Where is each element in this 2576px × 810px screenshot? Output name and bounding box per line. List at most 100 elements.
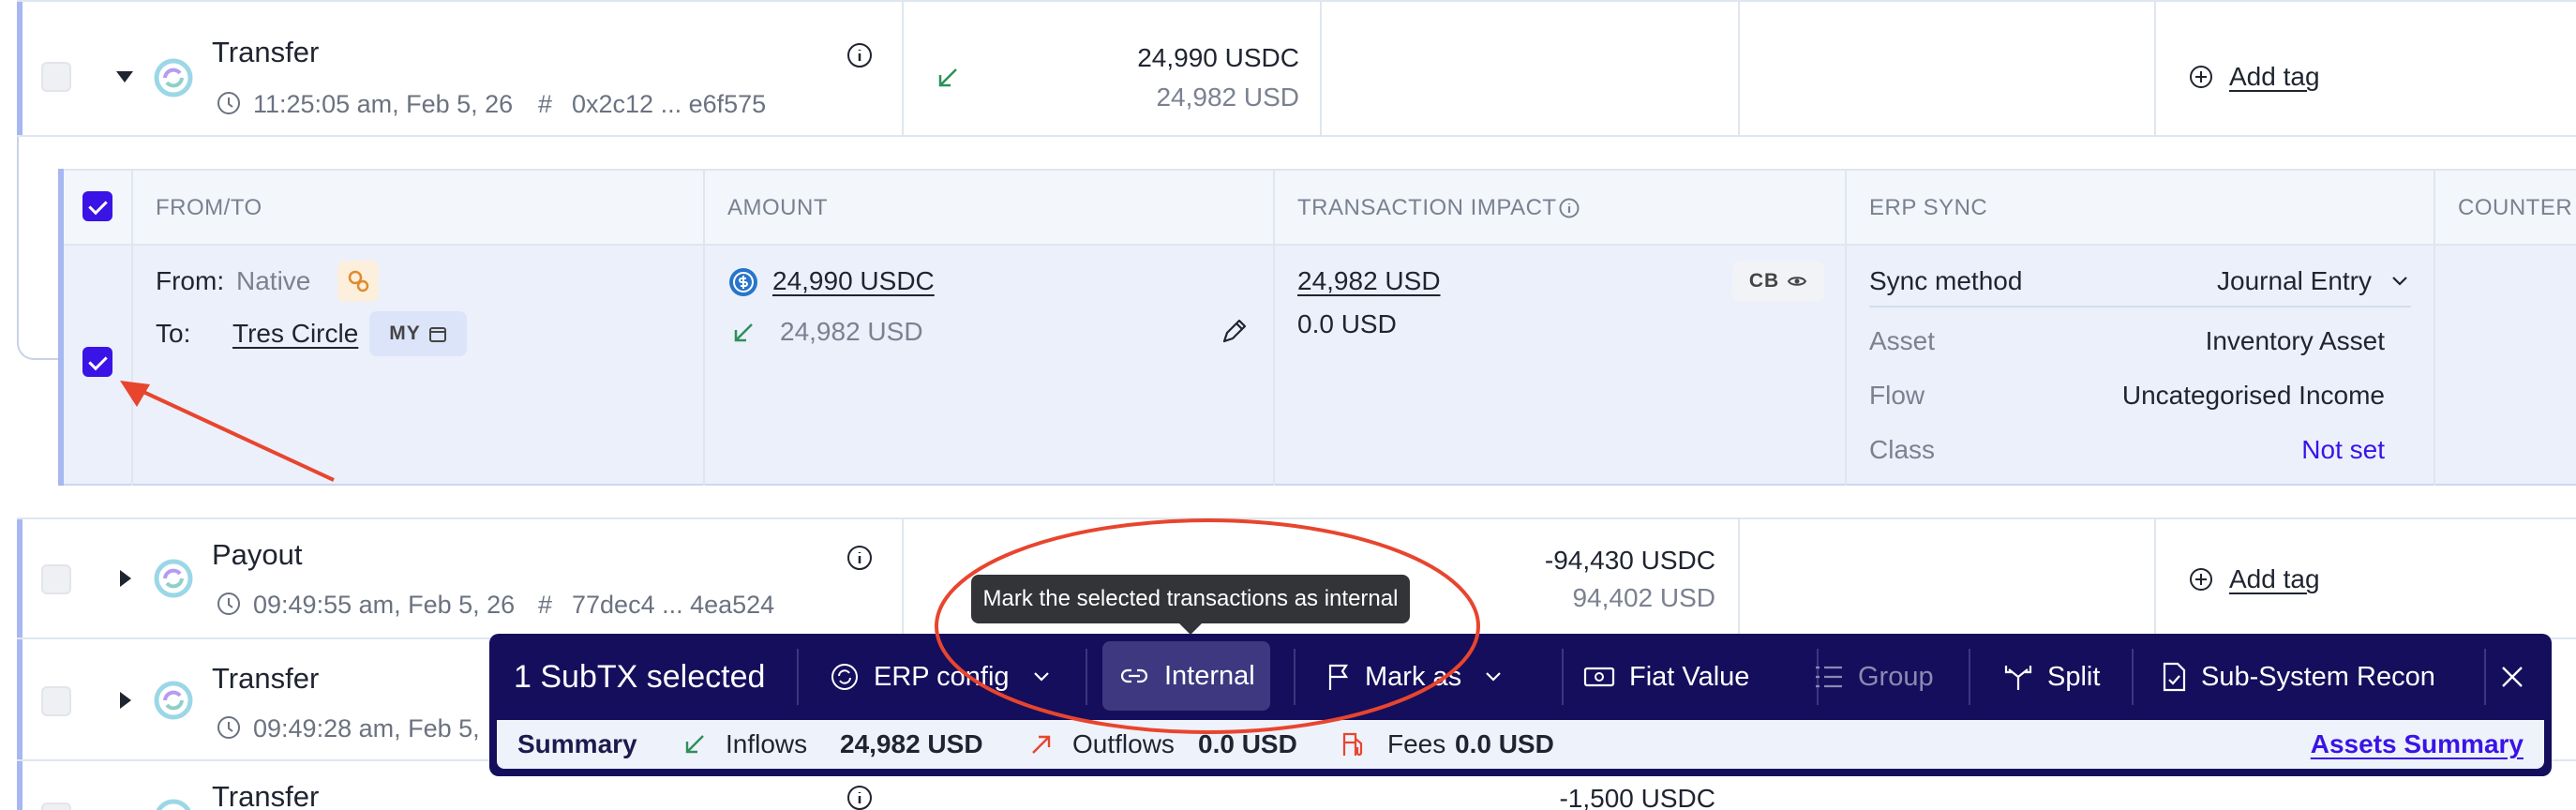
- divider: [2154, 0, 2156, 137]
- group-button[interactable]: Group: [1813, 634, 1934, 720]
- clock-icon: [217, 592, 240, 615]
- usdc-circle-icon: [154, 681, 193, 720]
- cost-basis-label: CB: [1748, 270, 1780, 292]
- inflows-label: Inflows: [726, 729, 808, 758]
- selection-summary: Summary Inflows 24,982 USD Outflows 0.0 …: [497, 720, 2544, 769]
- list-group-icon: [1816, 666, 1842, 688]
- sync-method-value: Journal Entry: [2217, 266, 2372, 295]
- col-header-erp-sync[interactable]: ERP SYNC: [1869, 195, 1987, 221]
- info-icon[interactable]: [1558, 197, 1580, 219]
- col-header-amount[interactable]: AMOUNT: [727, 195, 828, 221]
- fiat-value-label: Fiat Value: [1629, 661, 1750, 692]
- from-value: Native: [236, 266, 311, 295]
- to-value[interactable]: Tres Circle: [232, 319, 358, 349]
- collapse-caret-icon[interactable]: [116, 71, 133, 82]
- col-header-from-to[interactable]: FROM/TO: [156, 195, 262, 221]
- info-icon[interactable]: [846, 784, 874, 810]
- plus-circle-icon: [2190, 66, 2212, 88]
- subsystem-recon-button[interactable]: Sub-System Recon: [2160, 634, 2435, 720]
- hash-icon: #: [538, 90, 553, 118]
- expand-caret-icon[interactable]: [120, 692, 131, 709]
- pencil-icon[interactable]: [1217, 315, 1251, 349]
- subtx-checkbox[interactable]: [82, 347, 112, 377]
- amount-secondary: 24,982 USD: [780, 317, 923, 346]
- amount-primary[interactable]: 24,990 USDC: [772, 266, 935, 296]
- close-bar-button[interactable]: [2499, 634, 2525, 720]
- row-accent: [58, 169, 64, 486]
- add-tag-label: Add tag: [2229, 62, 2320, 91]
- class-label: Class: [1869, 435, 1936, 464]
- row-checkbox[interactable]: [41, 564, 71, 594]
- bulk-action-bar: 1 SubTX selected ERP config Internal Mar…: [489, 634, 2552, 776]
- divider: [17, 135, 2576, 137]
- banknote-icon: [1583, 667, 1615, 687]
- info-icon[interactable]: [846, 41, 874, 69]
- to-label: To:: [156, 319, 191, 348]
- sync-method-select[interactable]: Journal Entry: [2217, 266, 2409, 296]
- divider: [2434, 169, 2435, 486]
- usdc-circle-icon: [154, 58, 193, 98]
- divider: [902, 0, 904, 137]
- wallet-badge[interactable]: MY: [369, 311, 467, 356]
- annotation-arrow: [120, 381, 335, 482]
- impact-primary[interactable]: 24,982 USD: [1297, 266, 1441, 296]
- fiat-value-button[interactable]: Fiat Value: [1582, 634, 1749, 720]
- col-header-counter[interactable]: COUNTER T: [2458, 195, 2576, 221]
- class-value[interactable]: Not set: [2301, 435, 2385, 465]
- amount-primary: 24,990 USDC: [1137, 43, 1299, 72]
- divider: [1273, 169, 1275, 486]
- divider: [797, 649, 799, 705]
- split-button[interactable]: Split: [2002, 634, 2100, 720]
- add-tag-button[interactable]: Add tag: [2188, 62, 2320, 92]
- transaction-time: 11:25:05 am, Feb 5, 26: [253, 90, 514, 118]
- transaction-row[interactable]: Transfer 11:25:05 am, Feb 5, 26 # 0x2c12…: [0, 0, 2576, 137]
- row-checkbox[interactable]: [41, 62, 71, 92]
- amount-primary: -1,500 USDC: [1559, 784, 1715, 810]
- selected-count: 1 SubTX selected: [514, 658, 766, 695]
- add-tag-button[interactable]: Add tag: [2188, 564, 2320, 594]
- chevron-down-icon: [2392, 277, 2407, 286]
- expand-caret-icon[interactable]: [120, 570, 131, 587]
- usdc-circle-icon: [154, 559, 193, 598]
- amount-secondary: 24,982 USD: [1156, 82, 1299, 112]
- assets-summary-link[interactable]: Assets Summary: [2311, 729, 2524, 759]
- usdc-circle-icon: [156, 799, 191, 810]
- select-all-checkbox[interactable]: [82, 191, 112, 221]
- col-header-impact[interactable]: TRANSACTION IMPACT: [1297, 195, 1557, 221]
- divider: [1738, 0, 1740, 137]
- divider: [1869, 306, 2411, 308]
- add-tag-label: Add tag: [2229, 564, 2320, 593]
- close-icon: [2502, 667, 2523, 687]
- divider: [2132, 649, 2134, 705]
- transaction-hash[interactable]: 77dec4 ... 4ea524: [572, 591, 774, 620]
- sync-method-label: Sync method: [1869, 266, 2023, 295]
- annotation-ellipse: [935, 518, 1480, 734]
- transaction-time: 09:49:28 am, Feb 5,: [253, 714, 480, 742]
- row-checkbox[interactable]: [41, 802, 71, 810]
- info-icon[interactable]: [846, 544, 874, 572]
- document-check-icon: [2163, 662, 2186, 692]
- divider: [2154, 518, 2156, 639]
- transaction-title: Transfer: [212, 36, 320, 68]
- inflow-arrow-icon: [685, 735, 704, 754]
- native-source-icon: [337, 261, 379, 302]
- transaction-hash[interactable]: 0x2c12 ... e6f575: [572, 90, 766, 119]
- wallet-badge-label: MY: [389, 322, 421, 344]
- asset-value[interactable]: Inventory Asset: [2206, 326, 2385, 356]
- divider: [17, 0, 2576, 2]
- tree-connector: [17, 137, 62, 360]
- divider: [1845, 169, 1847, 486]
- flow-value[interactable]: Uncategorised Income: [2122, 381, 2385, 411]
- chevron-down-icon: [1486, 672, 1501, 682]
- cost-basis-badge[interactable]: CB: [1732, 261, 1824, 302]
- calendar-icon: [428, 327, 446, 342]
- amount-secondary: 94,402 USD: [1572, 583, 1715, 612]
- usdc-coin-icon: [729, 268, 757, 296]
- row-checkbox[interactable]: [41, 686, 71, 716]
- summary-label: Summary: [517, 729, 637, 758]
- divider: [1969, 649, 1970, 705]
- inflow-arrow-icon: [938, 68, 957, 87]
- divider: [2484, 649, 2486, 705]
- plus-circle-icon: [2190, 568, 2212, 591]
- from-label: From:: [156, 266, 225, 295]
